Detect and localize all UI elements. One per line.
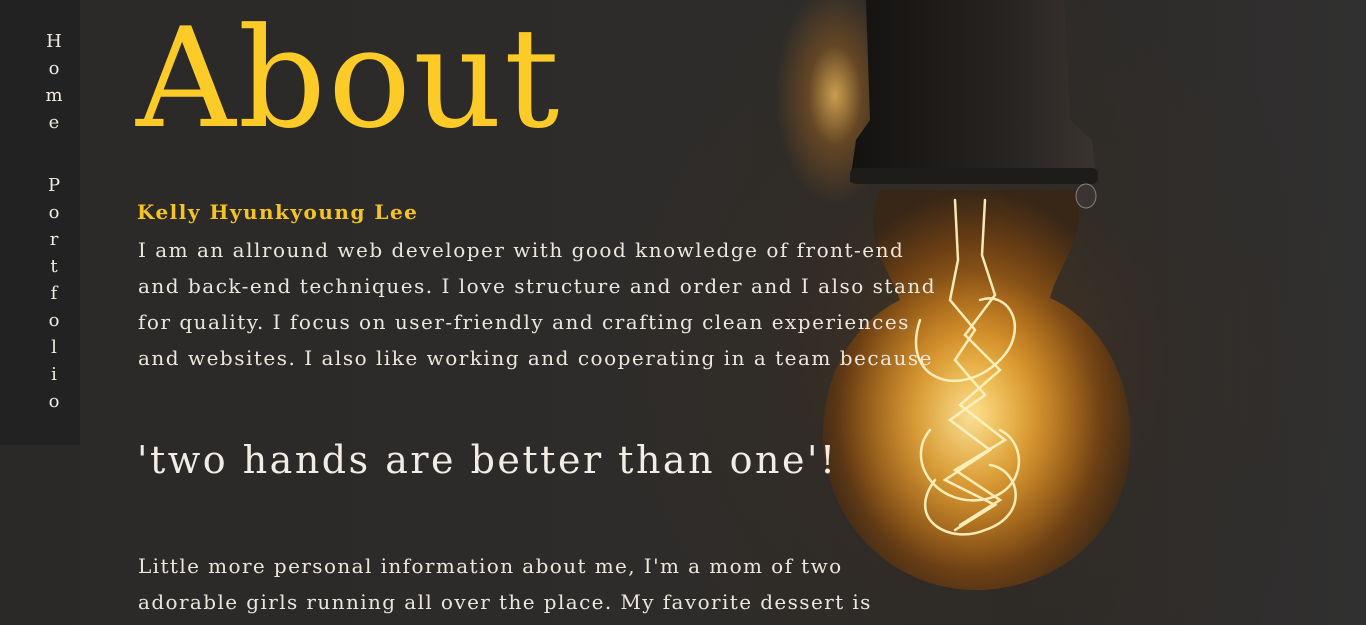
author-name: Kelly Hyunkyoung Lee xyxy=(137,200,419,224)
quote-text: 'two hands are better than one'! xyxy=(137,438,838,482)
nav-portfolio-link[interactable]: Portfolio xyxy=(44,172,64,415)
page-title: About xyxy=(136,0,562,159)
vertical-nav: Home Portfolio xyxy=(0,0,80,445)
personal-paragraph: Little more personal information about m… xyxy=(138,554,872,614)
intro-paragraph: I am an allround web developer with good… xyxy=(138,238,937,370)
nav-home-link[interactable]: Home xyxy=(44,28,64,136)
